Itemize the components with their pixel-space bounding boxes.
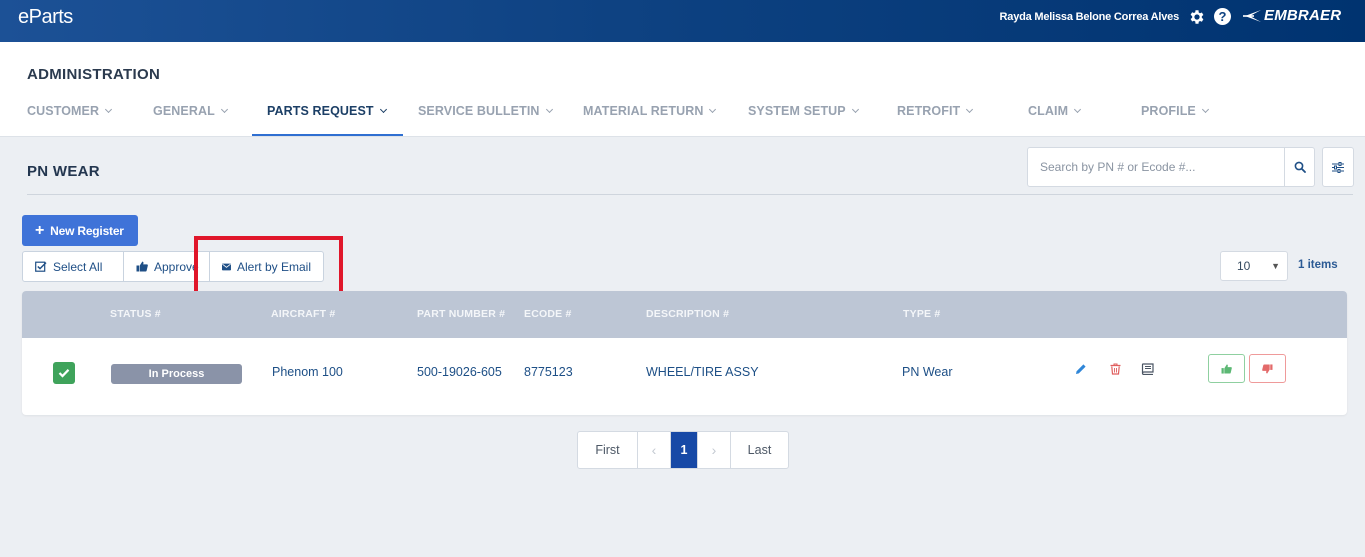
cell-type: PN Wear — [902, 365, 953, 379]
trash-icon[interactable] — [1110, 363, 1121, 375]
nav-label: CLAIM — [1028, 104, 1069, 118]
chevron-down-icon — [1074, 105, 1082, 114]
col-part-number[interactable]: PART NUMBER # — [417, 308, 505, 320]
admin-title: ADMINISTRATION — [27, 66, 161, 83]
nav-label: MATERIAL RETURN — [583, 104, 704, 118]
search-button[interactable] — [1284, 148, 1315, 186]
caret-down-icon: ▼ — [1271, 261, 1280, 271]
page-size-select[interactable]: 10 ▼ — [1220, 251, 1288, 281]
status-badge: In Process — [111, 364, 242, 384]
nav-label: SERVICE BULLETIN — [418, 104, 540, 118]
nav-parts-request[interactable]: PARTS REQUEST — [267, 104, 387, 118]
pencil-icon[interactable] — [1075, 363, 1087, 375]
check-icon — [58, 369, 70, 378]
thumbs-down-icon — [1262, 363, 1273, 373]
nav-label: CUSTOMER — [27, 104, 100, 118]
embraer-logo[interactable]: EMBRAER — [1242, 7, 1341, 24]
nav-label: RETROFIT — [897, 104, 961, 118]
page-last-button[interactable]: Last — [730, 432, 788, 468]
chevron-down-icon — [545, 105, 553, 114]
nav-retrofit[interactable]: RETROFIT — [897, 104, 974, 118]
chevron-down-icon — [1201, 105, 1209, 114]
chevron-down-icon — [851, 105, 859, 114]
approve-row-button[interactable] — [1208, 354, 1245, 383]
chevron-down-icon — [966, 105, 974, 114]
page-title: PN WEAR — [27, 163, 100, 180]
check-square-icon — [35, 261, 47, 272]
nav-claim[interactable]: CLAIM — [1028, 104, 1082, 118]
chevron-down-icon — [105, 105, 113, 114]
page-current[interactable]: 1 — [670, 432, 697, 468]
admin-header: ADMINISTRATION CUSTOMER GENERAL PARTS RE… — [0, 42, 1365, 137]
brand-name: EMBRAER — [1264, 7, 1342, 24]
nav-profile[interactable]: PROFILE — [1141, 104, 1209, 118]
reject-row-button[interactable] — [1249, 354, 1286, 383]
nav-system-setup[interactable]: SYSTEM SETUP — [748, 104, 859, 118]
col-type[interactable]: TYPE # — [903, 308, 940, 320]
nav-label: SYSTEM SETUP — [748, 104, 846, 118]
col-ecode[interactable]: ECODE # — [524, 308, 572, 320]
row-checkbox[interactable] — [53, 362, 75, 384]
col-aircraft[interactable]: AIRCRAFT # — [271, 308, 335, 320]
nav-material-return[interactable]: MATERIAL RETURN — [583, 104, 717, 118]
nav-label: GENERAL — [153, 104, 215, 118]
nav-service-bulletin[interactable]: SERVICE BULLETIN — [418, 104, 553, 118]
divider — [27, 194, 1353, 195]
chevron-down-icon — [709, 105, 717, 114]
search-icon — [1294, 161, 1306, 173]
search-input[interactable] — [1028, 148, 1284, 186]
thumbs-up-icon — [1221, 364, 1232, 374]
app-logo[interactable]: eParts — [18, 6, 73, 29]
approve-label: Approve — [154, 259, 199, 274]
select-all-button[interactable]: Select All — [23, 252, 123, 281]
nav-general[interactable]: GENERAL — [153, 104, 228, 118]
nav-label: PARTS REQUEST — [267, 104, 374, 118]
user-name[interactable]: Rayda Melissa Belone Correa Alves — [1000, 11, 1180, 23]
book-icon[interactable] — [1141, 363, 1154, 375]
page-prev-button[interactable]: ‹ — [637, 432, 670, 468]
filter-sliders-icon — [1332, 161, 1344, 173]
page-size-value: 10 — [1237, 259, 1251, 273]
table-header: STATUS # AIRCRAFT # PART NUMBER # ECODE … — [22, 291, 1347, 338]
chevron-down-icon — [220, 105, 228, 114]
new-register-label: New Register — [50, 223, 124, 238]
cell-part-number: 500-19026-605 — [417, 365, 502, 379]
active-tab-indicator — [252, 134, 403, 136]
new-register-button[interactable]: + New Register — [22, 215, 138, 246]
cell-description: WHEEL/TIRE ASSY — [646, 365, 759, 379]
help-icon[interactable]: ? — [1214, 8, 1231, 25]
settings-gear-icon[interactable] — [1188, 8, 1206, 26]
cell-aircraft: Phenom 100 — [272, 365, 343, 379]
filter-button[interactable] — [1322, 147, 1354, 187]
col-status[interactable]: STATUS # — [110, 308, 161, 320]
pagination: First ‹ 1 › Last — [577, 431, 789, 469]
search-box — [1027, 147, 1315, 187]
chevron-down-icon — [379, 105, 387, 114]
page-first-button[interactable]: First — [578, 432, 637, 468]
select-all-label: Select All — [53, 259, 103, 274]
plus-icon: + — [35, 221, 45, 239]
page-next-button[interactable]: › — [697, 432, 730, 468]
results-table: STATUS # AIRCRAFT # PART NUMBER # ECODE … — [22, 291, 1347, 415]
cell-ecode: 8775123 — [524, 365, 573, 379]
items-count: 1 items — [1298, 259, 1338, 271]
nav-label: PROFILE — [1141, 104, 1196, 118]
nav-customer[interactable]: CUSTOMER — [27, 104, 113, 118]
top-bar: eParts Rayda Melissa Belone Correa Alves… — [0, 0, 1365, 42]
col-description[interactable]: DESCRIPTION # — [646, 308, 729, 320]
thumbs-up-icon — [136, 261, 148, 272]
embraer-logo-icon — [1243, 9, 1261, 22]
